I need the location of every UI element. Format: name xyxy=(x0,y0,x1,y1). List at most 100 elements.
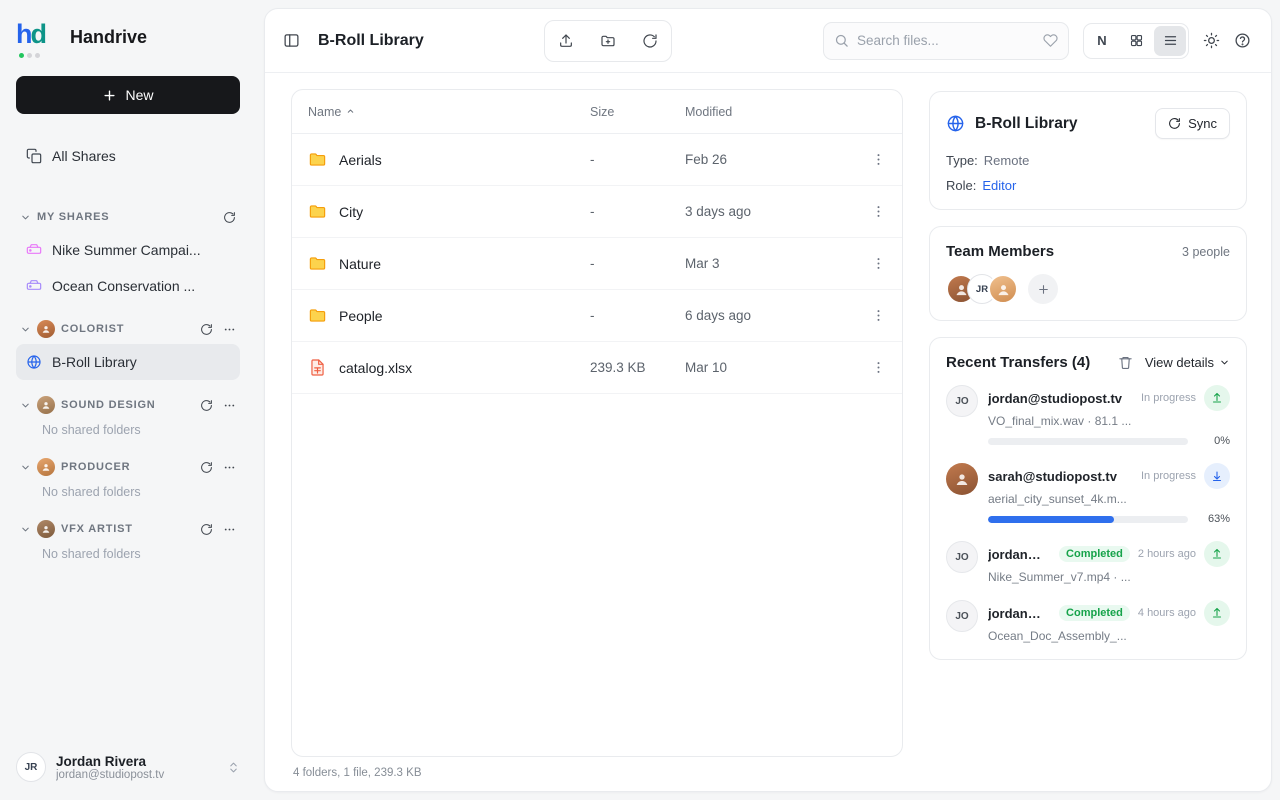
help-button[interactable] xyxy=(1234,32,1251,49)
view-details-button[interactable]: View details xyxy=(1145,355,1230,370)
upload-button[interactable] xyxy=(545,21,587,61)
section-menu-button[interactable] xyxy=(223,523,236,536)
file-table: Name Size Modified Aerials xyxy=(291,89,903,757)
shares-icon xyxy=(26,148,42,164)
sidebar-item-all-shares[interactable]: All Shares xyxy=(16,138,240,174)
section-menu-button[interactable] xyxy=(223,399,236,412)
file-size-cell: - xyxy=(590,152,685,167)
column-modified[interactable]: Modified xyxy=(685,105,850,119)
user-menu[interactable]: JR Jordan Rivera jordan@studiopost.tv xyxy=(16,752,240,782)
content-area: Name Size Modified Aerials xyxy=(265,73,1271,791)
search-icon xyxy=(834,33,849,48)
table-row[interactable]: catalog.xlsx 239.3 KB Mar 10 xyxy=(292,342,902,394)
library-info-card: B-Roll Library Sync Type: Remote Role: xyxy=(929,91,1247,210)
member-avatar[interactable] xyxy=(988,274,1018,304)
panel-left-icon xyxy=(283,32,300,49)
kebab-icon xyxy=(223,523,236,536)
column-name[interactable]: Name xyxy=(308,105,590,119)
row-menu-button[interactable] xyxy=(850,256,886,271)
row-menu-button[interactable] xyxy=(850,204,886,219)
trash-icon xyxy=(1118,355,1133,370)
favorite-search-button[interactable] xyxy=(1043,33,1058,48)
upload-icon xyxy=(1204,600,1230,626)
plus-icon xyxy=(1037,283,1050,296)
new-folder-button[interactable] xyxy=(587,21,629,61)
sync-section-button[interactable] xyxy=(200,399,213,412)
section-menu-button[interactable] xyxy=(223,323,236,336)
transfer-item[interactable]: JO jordan@st... Completed 2 hours ago Ni… xyxy=(946,541,1230,584)
app-root: hd Handrive New All Shares MY SHARES Nik… xyxy=(0,0,1280,800)
transfer-filename: VO_final_mix.wav · 81.1 ... xyxy=(988,414,1230,428)
search-bar xyxy=(823,22,1069,60)
sidebar-item-broll-library[interactable]: B-Roll Library xyxy=(16,344,240,380)
file-size-cell: 239.3 KB xyxy=(590,360,685,375)
row-menu-button[interactable] xyxy=(850,152,886,167)
transfer-list: JO jordan@studiopost.tv In progress VO_f… xyxy=(946,385,1230,643)
user-avatar: JR xyxy=(16,752,46,782)
new-button[interactable]: New xyxy=(16,76,240,114)
section-sound-design[interactable]: SOUND DESIGN xyxy=(16,390,240,420)
section-my-shares[interactable]: MY SHARES xyxy=(16,202,240,232)
transfer-item[interactable]: JO jordan@studiopost.tv In progress VO_f… xyxy=(946,385,1230,447)
brand: hd Handrive xyxy=(16,14,240,76)
view-switcher: N xyxy=(1083,23,1189,59)
sync-section-button[interactable] xyxy=(223,211,236,224)
table-row[interactable]: City - 3 days ago xyxy=(292,186,902,238)
section-menu-button[interactable] xyxy=(223,461,236,474)
transfer-avatar: JO xyxy=(946,600,978,632)
vfx-artist-avatar xyxy=(37,520,55,538)
kebab-icon xyxy=(223,323,236,336)
upload-icon xyxy=(1204,541,1230,567)
sidebar-item-label: Ocean Conservation ... xyxy=(52,278,195,294)
transfer-item[interactable]: JO jordan@st... Completed 4 hours ago Oc… xyxy=(946,600,1230,643)
transfer-percent: 0% xyxy=(1198,435,1230,447)
app-name: Handrive xyxy=(70,27,147,48)
transfer-item[interactable]: sarah@studiopost.tv In progress aerial_c… xyxy=(946,463,1230,525)
sidebar-item-label: B-Roll Library xyxy=(52,354,137,370)
refresh-button[interactable] xyxy=(629,21,671,61)
list-view-button[interactable] xyxy=(1154,26,1186,56)
details-panel: B-Roll Library Sync Type: Remote Role: xyxy=(929,89,1247,779)
row-menu-button[interactable] xyxy=(850,308,886,323)
library-type-value: Remote xyxy=(984,153,1030,168)
n-view-button[interactable]: N xyxy=(1086,26,1118,56)
file-name-cell: catalog.xlsx xyxy=(308,358,590,377)
drive-icon xyxy=(26,278,42,294)
folder-icon xyxy=(308,150,327,169)
recent-transfers-title: Recent Transfers (4) xyxy=(946,354,1090,371)
sidebar-item-label: All Shares xyxy=(52,148,116,164)
transfer-user: sarah@studiopost.tv xyxy=(988,469,1117,484)
sidebar-item-nike-share[interactable]: Nike Summer Campai... xyxy=(16,232,240,268)
section-colorist[interactable]: COLORIST xyxy=(16,314,240,344)
refresh-icon xyxy=(200,461,213,474)
file-modified-cell: 6 days ago xyxy=(685,308,850,323)
file-modified-cell: Mar 3 xyxy=(685,256,850,271)
producer-avatar xyxy=(37,458,55,476)
sync-button[interactable]: Sync xyxy=(1155,108,1230,139)
table-row[interactable]: People - 6 days ago xyxy=(292,290,902,342)
sync-section-button[interactable] xyxy=(200,461,213,474)
kebab-icon xyxy=(871,308,886,323)
library-role-value: Editor xyxy=(982,178,1016,193)
table-row[interactable]: Aerials - Feb 26 xyxy=(292,134,902,186)
transfer-progress: 63% xyxy=(988,513,1230,525)
section-producer[interactable]: PRODUCER xyxy=(16,452,240,482)
sidebar-toggle-button[interactable] xyxy=(283,32,300,49)
refresh-icon xyxy=(200,323,213,336)
search-input[interactable] xyxy=(857,33,1035,48)
team-avatars: JR xyxy=(946,274,1230,304)
clear-transfers-button[interactable] xyxy=(1118,355,1133,370)
transfer-avatar: JO xyxy=(946,385,978,417)
section-vfx-artist[interactable]: VFX ARTIST xyxy=(16,514,240,544)
sync-section-button[interactable] xyxy=(200,523,213,536)
column-size[interactable]: Size xyxy=(590,105,685,119)
row-menu-button[interactable] xyxy=(850,360,886,375)
folder-plus-icon xyxy=(600,33,616,49)
grid-view-button[interactable] xyxy=(1120,26,1152,56)
table-row[interactable]: Nature - Mar 3 xyxy=(292,238,902,290)
add-member-button[interactable] xyxy=(1028,274,1058,304)
sidebar-item-ocean-share[interactable]: Ocean Conservation ... xyxy=(16,268,240,304)
theme-toggle-button[interactable] xyxy=(1203,32,1220,49)
sync-section-button[interactable] xyxy=(200,323,213,336)
section-label: MY SHARES xyxy=(37,211,109,223)
